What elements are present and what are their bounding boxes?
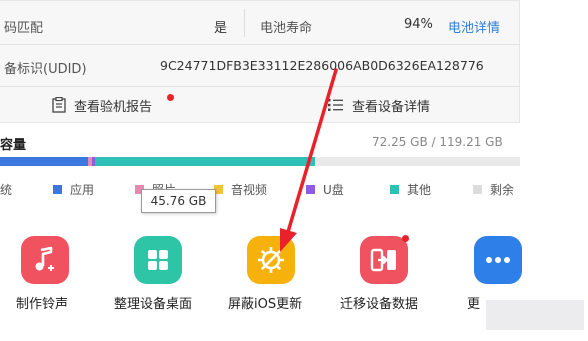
annotation-arrow <box>280 68 338 252</box>
